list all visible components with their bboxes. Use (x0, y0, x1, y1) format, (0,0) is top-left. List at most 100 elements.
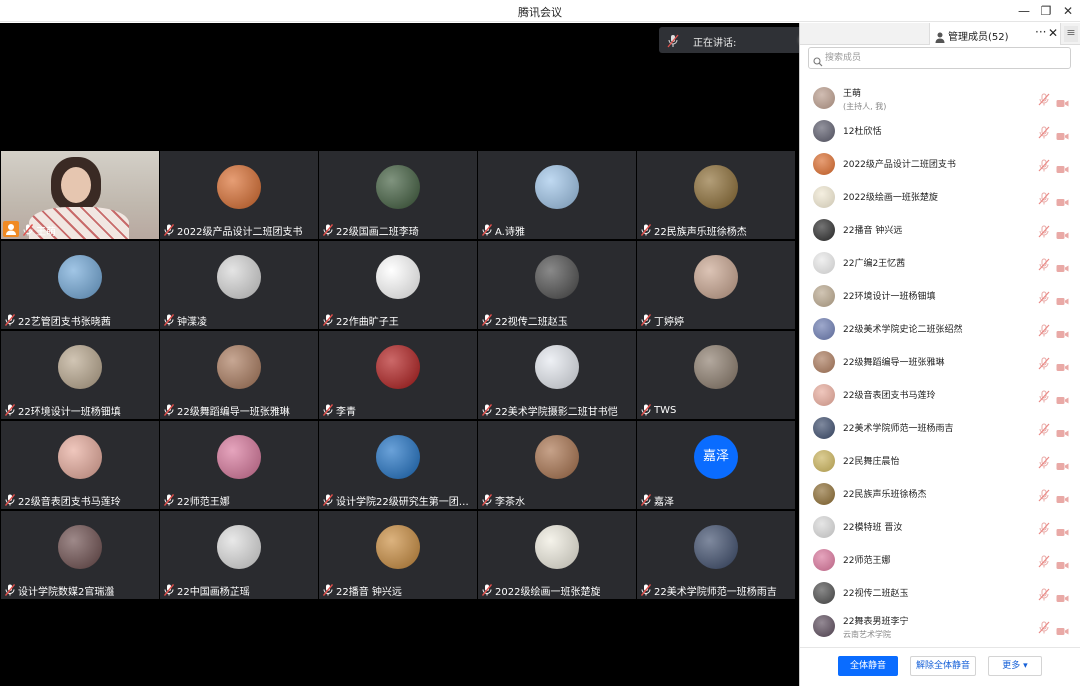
member-row[interactable]: 2022级绘画一班张楚旋 (800, 180, 1080, 213)
participant-tile[interactable]: 2022级绘画一班张楚旋 (478, 511, 636, 599)
participant-tile[interactable]: 22级舞蹈编导一班张雅琳 (160, 331, 318, 419)
member-avatar (813, 285, 835, 307)
restore-button[interactable]: ❐ (1035, 0, 1057, 22)
member-row[interactable]: 22视传二班赵玉 (800, 576, 1080, 609)
member-row[interactable]: 22师范王娜 (800, 543, 1080, 576)
mic-muted-icon[interactable] (1038, 553, 1050, 572)
tab-manage-members[interactable]: 管理成员(52) ··· ✕ (929, 23, 1061, 45)
mic-muted-icon[interactable] (1038, 223, 1050, 242)
participant-name-tag: 李茶水 (481, 493, 525, 508)
mic-muted-icon[interactable] (1038, 91, 1050, 110)
avatar-image (535, 345, 579, 389)
mic-muted-icon[interactable] (1038, 322, 1050, 341)
camera-icon[interactable] (1056, 258, 1069, 277)
participant-tile[interactable]: 22播音 钟兴远 (319, 511, 477, 599)
participant-tile[interactable]: 钟渫凌 (160, 241, 318, 329)
avatar-image (535, 165, 579, 209)
mic-muted-icon[interactable] (1038, 421, 1050, 440)
participant-tile[interactable]: 李茶水 (478, 421, 636, 509)
camera-icon[interactable] (1056, 489, 1069, 508)
participant-tile[interactable]: 22美术学院摄影二班甘书恺 (478, 331, 636, 419)
participant-avatar (694, 345, 738, 389)
camera-icon[interactable] (1056, 159, 1069, 178)
mic-muted-icon[interactable] (1038, 124, 1050, 143)
search-input[interactable] (825, 50, 1065, 66)
participant-tile[interactable]: 22级国画二班李琦 (319, 151, 477, 239)
member-row[interactable]: 22级美术学院史论二班张绍然 (800, 312, 1080, 345)
mic-muted-icon[interactable] (1038, 586, 1050, 605)
participant-tile[interactable]: 22师范王娜 (160, 421, 318, 509)
member-row[interactable]: 22级音表团支书马莲玲 (800, 378, 1080, 411)
camera-icon[interactable] (1056, 126, 1069, 145)
mic-muted-icon[interactable] (1038, 388, 1050, 407)
mic-muted-icon[interactable] (1038, 289, 1050, 308)
member-row[interactable]: 22美术学院师范一班杨雨吉 (800, 411, 1080, 444)
mic-muted-icon[interactable] (1038, 190, 1050, 209)
participant-name: 22美术学院师范一班杨雨吉 (654, 586, 777, 598)
member-row[interactable]: 22环境设计一班杨钿填 (800, 279, 1080, 312)
participant-tile[interactable]: 22作曲旷子王 (319, 241, 477, 329)
minimize-button[interactable]: — (1013, 0, 1035, 22)
participant-tile[interactable]: 22艺管团支书张晓茜 (1, 241, 159, 329)
participant-tile[interactable]: 嘉泽 嘉泽 (637, 421, 795, 509)
camera-icon[interactable] (1056, 621, 1069, 640)
member-row[interactable]: 22广编2王忆茜 (800, 246, 1080, 279)
mic-muted-icon[interactable] (1038, 487, 1050, 506)
camera-icon[interactable] (1056, 93, 1069, 112)
host-video-tile[interactable]: 王萌 (1, 151, 159, 239)
avatar-image (217, 345, 261, 389)
participant-tile[interactable]: 22环境设计一班杨钿填 (1, 331, 159, 419)
member-row[interactable]: 2022级产品设计二班团支书 (800, 147, 1080, 180)
member-row[interactable]: 22舞表男班李宁 云南艺术学院 (800, 609, 1080, 642)
avatar-image (376, 165, 420, 209)
participant-tile[interactable]: 丁婷婷 (637, 241, 795, 329)
mic-muted-icon (481, 314, 493, 326)
participant-tile[interactable]: 22美术学院师范一班杨雨吉 (637, 511, 795, 599)
unmute-all-button[interactable]: 解除全体静音 (910, 656, 976, 676)
mute-all-button[interactable]: 全体静音 (838, 656, 898, 676)
mic-muted-icon[interactable] (1038, 355, 1050, 374)
mic-muted-icon[interactable] (1038, 520, 1050, 539)
participant-tile[interactable]: 李青 (319, 331, 477, 419)
camera-icon[interactable] (1056, 324, 1069, 343)
participant-name-tag: 2022级绘画一班张楚旋 (481, 583, 600, 598)
participant-tile[interactable]: TWS (637, 331, 795, 419)
mic-muted-icon[interactable] (1038, 256, 1050, 275)
camera-icon[interactable] (1056, 456, 1069, 475)
camera-icon[interactable] (1056, 192, 1069, 211)
camera-icon[interactable] (1056, 390, 1069, 409)
mic-muted-icon[interactable] (1038, 454, 1050, 473)
member-row[interactable]: 王萌 (主持人, 我) (800, 81, 1080, 114)
avatar-image (376, 255, 420, 299)
more-options-icon[interactable]: ··· (1035, 25, 1046, 39)
camera-icon[interactable] (1056, 588, 1069, 607)
participant-tile[interactable]: A.诗雅 (478, 151, 636, 239)
member-row[interactable]: 22民族声乐班徐杨杰 (800, 477, 1080, 510)
camera-icon[interactable] (1056, 291, 1069, 310)
member-row[interactable]: 22级舞蹈编导一班张雅琳 (800, 345, 1080, 378)
participant-name-tag: 22中国画杨芷瑶 (163, 583, 250, 598)
camera-icon[interactable] (1056, 225, 1069, 244)
member-row[interactable]: 22模特班 晋汝 (800, 510, 1080, 543)
mic-muted-icon[interactable] (1038, 157, 1050, 176)
member-row[interactable]: 22播音 钟兴远 (800, 213, 1080, 246)
participant-tile[interactable]: 22视传二班赵玉 (478, 241, 636, 329)
participant-tile[interactable]: 设计学院22级研究生第一团支部 (319, 421, 477, 509)
participant-tile[interactable]: 2022级产品设计二班团支书 (160, 151, 318, 239)
participant-tile[interactable]: 22中国画杨芷瑶 (160, 511, 318, 599)
participant-name-tag: 王萌 (22, 223, 56, 238)
close-panel-icon[interactable]: ✕ (1048, 26, 1058, 40)
camera-icon[interactable] (1056, 522, 1069, 541)
member-row[interactable]: 12杜欣恬 (800, 114, 1080, 147)
panel-menu-icon[interactable]: ≡ (1064, 26, 1078, 42)
camera-icon[interactable] (1056, 555, 1069, 574)
participant-tile[interactable]: 22级音表团支书马莲玲 (1, 421, 159, 509)
camera-icon[interactable] (1056, 423, 1069, 442)
camera-icon[interactable] (1056, 357, 1069, 376)
close-button[interactable]: ✕ (1057, 0, 1079, 22)
mic-muted-icon[interactable] (1038, 619, 1050, 638)
participant-tile[interactable]: 22民族声乐班徐杨杰 (637, 151, 795, 239)
member-row[interactable]: 22民舞庄晨怡 (800, 444, 1080, 477)
more-button[interactable]: 更多 ▾ (988, 656, 1042, 676)
participant-tile[interactable]: 设计学院数媒2官瑞瀊 (1, 511, 159, 599)
